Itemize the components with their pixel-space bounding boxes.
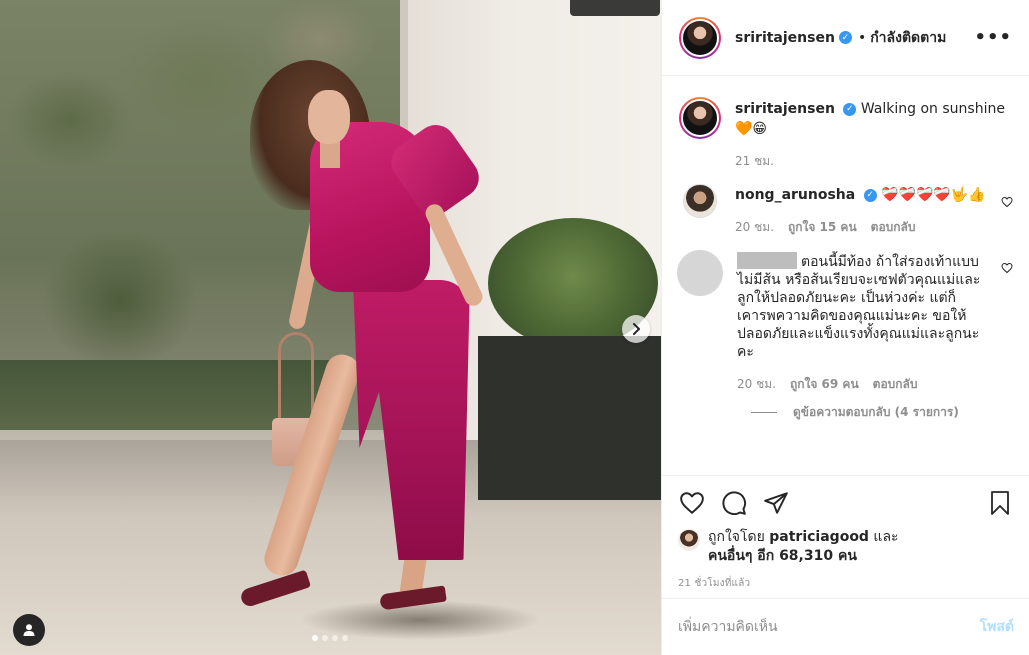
post-timestamp[interactable]: 21 ชั่วโมงที่แล้ว: [678, 576, 1014, 591]
comment-reply-button[interactable]: ตอบกลับ: [873, 375, 918, 393]
comments-list[interactable]: sriritajensen ✓ Walking on sunshine 🧡😁 2…: [662, 77, 1029, 475]
comment-time: 20 ชม.: [735, 220, 774, 234]
comment-input[interactable]: เพิ่มความคิดเห็น: [678, 616, 980, 638]
post-side-panel: sriritajensen ✓ • กำลังติดตาม ••• sririt…: [661, 0, 1029, 655]
comment-likes[interactable]: ถูกใจ 69 คน: [790, 375, 859, 393]
header-separator: •: [857, 29, 867, 46]
caption-time: 21 ชม.: [735, 154, 774, 168]
comment-likes[interactable]: ถูกใจ 15 คน: [788, 218, 857, 236]
comment-bubble-icon[interactable]: [720, 489, 748, 517]
verified-badge-icon: ✓: [843, 102, 857, 116]
comment-like-heart-icon[interactable]: [1001, 262, 1013, 274]
photo-lamp: [570, 0, 660, 16]
person-face: [308, 90, 350, 144]
comment-time: 20 ชม.: [737, 377, 776, 391]
action-icons-row: [678, 488, 1014, 518]
photo-person: [230, 60, 520, 620]
view-replies-button[interactable]: ดูข้อความตอบกลับ (4 รายการ): [751, 403, 1013, 422]
likes-others-link[interactable]: คนอื่นๆ อีก 68,310 คน: [708, 548, 857, 564]
likes-summary: ถูกใจโดย patriciagood และ คนอื่นๆ อีก 68…: [678, 528, 1014, 566]
comment-like-heart-icon[interactable]: [1001, 196, 1013, 208]
likes-prefix: ถูกใจโดย: [708, 529, 765, 545]
author-username[interactable]: sriritajensen: [735, 30, 835, 46]
caption-username[interactable]: sriritajensen: [735, 101, 835, 117]
add-comment-bar: เพิ่มความคิดเห็น โพสต์: [662, 598, 1029, 655]
post-actions: ถูกใจโดย patriciagood และ คนอื่นๆ อีก 68…: [662, 475, 1029, 591]
commenter-avatar[interactable]: [683, 184, 717, 218]
commenter-username[interactable]: nong_arunosha: [735, 187, 855, 203]
carousel-dot: [342, 635, 348, 641]
caption-text: Walking on sunshine: [860, 101, 1005, 117]
verified-badge-icon: ✓: [863, 188, 877, 202]
view-replies-label: ดูข้อความตอบกลับ (4 รายการ): [793, 405, 959, 419]
tagged-users-button[interactable]: [13, 614, 45, 646]
liker-username[interactable]: patriciagood: [769, 529, 869, 545]
carousel-dot: [332, 635, 338, 641]
carousel-indicator: [312, 635, 348, 641]
post-header: sriritajensen ✓ • กำลังติดตาม •••: [662, 0, 1029, 76]
caption-author-avatar[interactable]: [679, 97, 721, 139]
replies-divider: [751, 412, 777, 413]
carousel-next-button[interactable]: [622, 315, 650, 343]
comment-text: ❤️‍🩹❤️‍🩹❤️‍🩹❤️‍🩹🤟👍: [881, 187, 986, 203]
comment-reply-button[interactable]: ตอบกลับ: [871, 218, 916, 236]
carousel-dot: [312, 635, 318, 641]
shoe-right: [379, 585, 447, 611]
chevron-right-icon: [633, 323, 640, 335]
post-comment-button[interactable]: โพสต์: [980, 616, 1014, 638]
comment-text: ตอนนี้มีท้อง ถ้าใส่รองเท้าแบบไม่มีส้น หร…: [737, 254, 981, 360]
shoe-left: [238, 569, 312, 609]
bookmark-icon[interactable]: [986, 489, 1014, 517]
verified-badge-icon: ✓: [838, 31, 852, 44]
likes-and: และ: [873, 529, 899, 545]
caption-emoji: 🧡😁: [735, 121, 768, 137]
post-photo[interactable]: [0, 0, 661, 655]
caption: sriritajensen ✓ Walking on sunshine 🧡😁 2…: [679, 97, 1013, 170]
dress-skirt: [353, 280, 470, 560]
author-avatar[interactable]: [679, 16, 721, 59]
like-heart-icon[interactable]: [678, 489, 706, 517]
handbag-strap: [278, 332, 314, 428]
redacted-username: [737, 252, 797, 269]
share-paper-plane-icon[interactable]: [762, 489, 790, 517]
comment-item: ตอนนี้มีท้อง ถ้าใส่รองเท้าแบบไม่มีส้น หร…: [677, 250, 1013, 393]
comment-item: nong_arunosha ✓ ❤️‍🩹❤️‍🩹❤️‍🩹❤️‍🩹🤟👍 20 ชม…: [679, 184, 1013, 236]
more-options-icon[interactable]: •••: [974, 27, 1012, 48]
carousel-dot: [322, 635, 328, 641]
liker-avatar[interactable]: [678, 529, 700, 551]
follow-status-button[interactable]: กำลังติดตาม: [870, 27, 946, 49]
commenter-avatar[interactable]: [677, 250, 723, 296]
user-icon: [23, 624, 35, 636]
